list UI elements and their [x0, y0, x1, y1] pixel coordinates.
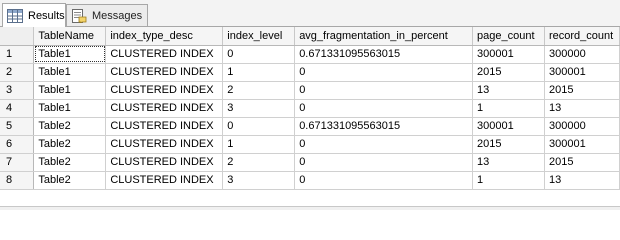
table-cell[interactable]: 3 — [222, 171, 296, 190]
grid-body: 1 Table1 CLUSTERED INDEX 0 0.67133109556… — [0, 45, 620, 190]
header-row: TableName index_type_desc index_level av… — [0, 27, 620, 46]
table-cell[interactable]: 0 — [222, 117, 296, 136]
table-row[interactable]: 8 Table2 CLUSTERED INDEX 3 0 1 13 — [0, 171, 620, 190]
table-cell[interactable]: 0 — [294, 153, 474, 172]
table-cell[interactable]: 0 — [294, 171, 474, 190]
table-cell[interactable]: 13 — [544, 171, 620, 190]
row-number[interactable]: 6 — [0, 135, 35, 154]
table-cell[interactable]: 300001 — [472, 117, 545, 136]
column-header[interactable]: record_count — [544, 27, 620, 46]
table-cell[interactable]: 13 — [544, 99, 620, 118]
table-cell[interactable]: 2 — [222, 153, 296, 172]
row-number[interactable]: 8 — [0, 171, 35, 190]
table-cell[interactable]: Table2 — [33, 117, 107, 136]
table-cell[interactable]: 300001 — [472, 45, 545, 64]
row-number[interactable]: 1 — [0, 45, 35, 64]
table-cell[interactable]: CLUSTERED INDEX — [105, 153, 224, 172]
grid-corner[interactable] — [0, 27, 35, 46]
column-header[interactable]: TableName — [33, 27, 107, 46]
table-cell[interactable]: 1 — [472, 99, 545, 118]
table-cell[interactable]: 1 — [472, 171, 545, 190]
messages-icon — [71, 8, 87, 24]
table-row[interactable]: 4 Table1 CLUSTERED INDEX 3 0 1 13 — [0, 99, 620, 118]
results-tab-bar: Results Messages — [0, 0, 620, 27]
column-header[interactable]: index_level — [222, 27, 296, 46]
grid-bottom-border — [0, 206, 620, 210]
table-cell[interactable]: 2015 — [544, 81, 620, 100]
table-cell[interactable]: 2015 — [544, 153, 620, 172]
tab-messages-label: Messages — [92, 9, 143, 22]
table-cell[interactable]: CLUSTERED INDEX — [105, 171, 224, 190]
row-number[interactable]: 7 — [0, 153, 35, 172]
row-number[interactable]: 5 — [0, 117, 35, 136]
column-header[interactable]: index_type_desc — [105, 27, 224, 46]
table-cell[interactable]: Table2 — [33, 171, 107, 190]
column-header[interactable]: avg_fragmentation_in_percent — [294, 27, 474, 46]
table-row[interactable]: 1 Table1 CLUSTERED INDEX 0 0.67133109556… — [0, 45, 620, 64]
table-row[interactable]: 2 Table1 CLUSTERED INDEX 1 0 2015 300001 — [0, 63, 620, 82]
row-number[interactable]: 3 — [0, 81, 35, 100]
table-cell[interactable]: 13 — [472, 153, 545, 172]
table-cell[interactable]: 2015 — [472, 63, 545, 82]
tab-messages[interactable]: Messages — [66, 4, 148, 26]
table-cell[interactable]: 3 — [222, 99, 296, 118]
results-table: TableName index_type_desc index_level av… — [0, 27, 620, 190]
table-cell[interactable]: 0 — [294, 63, 474, 82]
table-cell[interactable]: 300000 — [544, 45, 620, 64]
table-cell[interactable]: CLUSTERED INDEX — [105, 45, 224, 64]
grid-icon — [7, 8, 23, 23]
results-grid[interactable]: TableName index_type_desc index_level av… — [0, 27, 620, 209]
table-cell[interactable]: 1 — [222, 135, 296, 154]
table-cell[interactable]: 0.671331095563015 — [294, 117, 474, 136]
table-cell[interactable]: Table1 — [33, 99, 107, 118]
table-cell[interactable]: 2 — [222, 81, 296, 100]
table-cell[interactable]: Table1 — [33, 45, 107, 64]
table-cell[interactable]: 0 — [294, 99, 474, 118]
table-cell[interactable]: Table1 — [33, 63, 107, 82]
table-row[interactable]: 6 Table2 CLUSTERED INDEX 1 0 2015 300001 — [0, 135, 620, 154]
table-cell[interactable]: 2015 — [472, 135, 545, 154]
table-cell[interactable]: 0 — [294, 81, 474, 100]
table-cell[interactable]: CLUSTERED INDEX — [105, 63, 224, 82]
table-cell[interactable]: CLUSTERED INDEX — [105, 99, 224, 118]
row-number[interactable]: 2 — [0, 63, 35, 82]
table-row[interactable]: 7 Table2 CLUSTERED INDEX 2 0 13 2015 — [0, 153, 620, 172]
table-cell[interactable]: Table2 — [33, 135, 107, 154]
table-row[interactable]: 5 Table2 CLUSTERED INDEX 0 0.67133109556… — [0, 117, 620, 136]
table-cell[interactable]: 13 — [472, 81, 545, 100]
table-cell[interactable]: CLUSTERED INDEX — [105, 117, 224, 136]
table-cell[interactable]: 300001 — [544, 135, 620, 154]
table-cell[interactable]: Table2 — [33, 153, 107, 172]
table-cell[interactable]: 300001 — [544, 63, 620, 82]
table-cell[interactable]: CLUSTERED INDEX — [105, 135, 224, 154]
column-header[interactable]: page_count — [472, 27, 545, 46]
table-cell[interactable]: 0 — [222, 45, 296, 64]
table-cell[interactable]: 300000 — [544, 117, 620, 136]
row-number[interactable]: 4 — [0, 99, 35, 118]
tab-results-label: Results — [28, 9, 65, 22]
table-cell[interactable]: Table1 — [33, 81, 107, 100]
table-cell[interactable]: 0.671331095563015 — [294, 45, 474, 64]
table-row[interactable]: 3 Table1 CLUSTERED INDEX 2 0 13 2015 — [0, 81, 620, 100]
table-cell[interactable]: 1 — [222, 63, 296, 82]
table-cell[interactable]: CLUSTERED INDEX — [105, 81, 224, 100]
table-cell[interactable]: 0 — [294, 135, 474, 154]
tab-results[interactable]: Results — [2, 3, 66, 27]
